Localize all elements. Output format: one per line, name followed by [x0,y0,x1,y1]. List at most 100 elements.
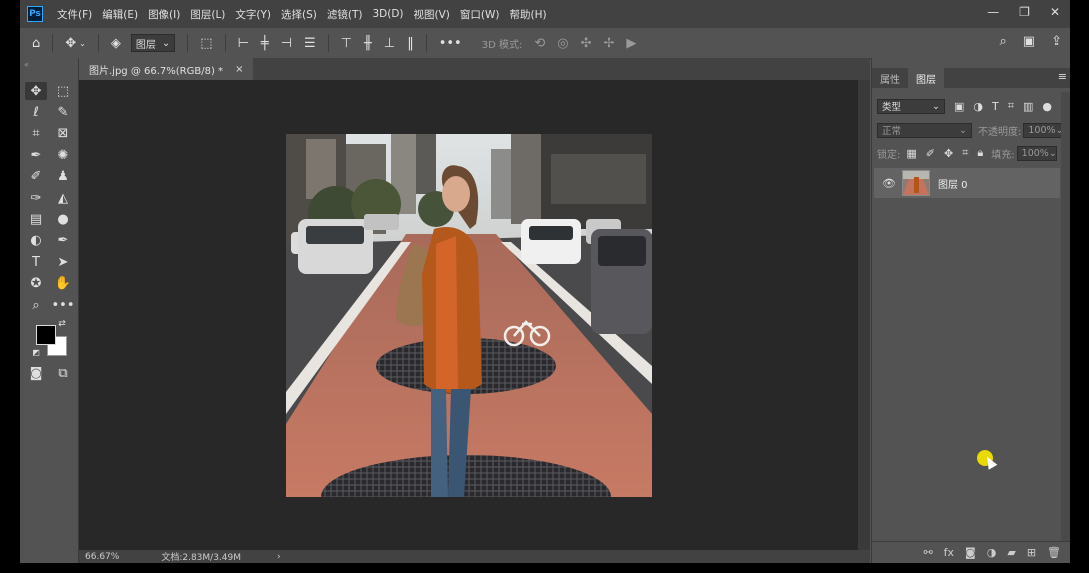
filter-toggle-icon[interactable]: ● [1042,100,1052,113]
close-tab-icon[interactable]: × [235,64,243,75]
gradient-tool-icon[interactable]: ▤ [25,210,47,228]
delete-layer-trash-icon[interactable]: 🗑︎ [1047,546,1061,559]
auto-select-target-dropdown[interactable]: 图层 ⌄ [130,34,176,52]
blend-mode-dropdown[interactable]: 正常 ⌄ [877,122,972,138]
panel-grip-icon[interactable]: « [24,60,29,69]
distribute-horizontal-icon[interactable]: ‖ [407,36,414,51]
visibility-eye-icon[interactable]: 👁︎ [882,177,896,190]
add-mask-icon[interactable]: ◙ [965,546,976,559]
filter-pixel-icon[interactable]: ▣ [954,100,964,113]
new-layer-icon[interactable]: ⊞ [1027,546,1036,559]
eyedropper-tool-icon[interactable]: ✒ [25,146,47,164]
type-tool-icon[interactable]: T [25,253,47,271]
align-right-icon[interactable]: ⊣ [281,36,292,51]
default-colors-icon[interactable]: ◩ [30,346,42,358]
status-info-chevron-icon[interactable]: › [277,552,281,562]
move-tool-icon[interactable]: ✥ [65,36,76,51]
layers-scrollbar[interactable] [1061,92,1070,541]
brush-tool-icon[interactable]: ✐ [25,167,47,185]
chevron-down-icon[interactable]: ⌄ [79,39,86,48]
opacity-input[interactable]: 100% ⌄ [1023,122,1064,138]
lock-transparent-pixels-icon[interactable]: ▦ [906,147,916,160]
frame-tool-icon[interactable]: ⊠ [52,124,74,142]
lasso-tool-icon[interactable]: ℓ [25,103,47,121]
healing-brush-tool-icon[interactable]: ✺ [52,146,74,164]
eraser-tool-icon[interactable]: ◭ [52,189,74,207]
clone-stamp-tool-icon[interactable]: ♟ [52,167,74,185]
lock-image-pixels-icon[interactable]: ✐ [926,147,935,160]
document-image[interactable] [286,134,652,497]
home-icon[interactable]: ⌂ [32,36,40,51]
swap-colors-icon[interactable]: ⇄ [56,318,68,330]
photoshop-logo-icon[interactable]: Ps [27,6,43,22]
link-layers-icon[interactable]: ⚯ [923,546,932,559]
align-bottom-icon[interactable]: ⊥ [384,36,395,51]
menu-type[interactable]: 文字(Y) [235,7,271,22]
tab-layers[interactable]: 图层 [908,68,944,88]
distribute-vertical-icon[interactable]: ☰ [304,36,316,51]
zoom-level[interactable]: 66.67% [85,552,119,562]
menu-filter[interactable]: 滤镜(T) [327,7,363,22]
menu-layer[interactable]: 图层(L) [190,7,225,22]
filter-adjustment-icon[interactable]: ◑ [973,100,983,113]
menu-window[interactable]: 窗口(W) [460,7,500,22]
menu-file[interactable]: 文件(F) [57,7,92,22]
menu-view[interactable]: 视图(V) [414,7,450,22]
filter-type-icon[interactable]: T [992,100,999,113]
blur-tool-icon[interactable]: ● [52,210,74,228]
workspace-icon[interactable]: ▣ [1023,34,1035,49]
3d-camera-icon[interactable]: ▶ [626,36,636,51]
dodge-tool-icon[interactable]: ◐ [25,231,47,249]
3d-pan-icon[interactable]: ✣ [581,36,592,51]
filter-shape-icon[interactable]: ⌗ [1008,99,1014,113]
new-group-folder-icon[interactable]: ▰ [1007,546,1015,559]
layer-name[interactable]: 图层 0 [938,176,968,191]
panel-menu-icon[interactable]: ≡ [1058,70,1067,83]
new-adjustment-layer-icon[interactable]: ◑ [987,546,997,559]
path-selection-tool-icon[interactable]: ➤ [52,253,74,271]
filter-kind-dropdown[interactable]: 类型 ⌄ [877,98,945,114]
menu-3d[interactable]: 3D(D) [372,8,403,20]
foreground-color-swatch[interactable] [36,325,56,345]
screen-mode-icon[interactable]: ⧉ [52,364,74,382]
3d-slide-icon[interactable]: ✢ [603,36,614,51]
lock-artboard-icon[interactable]: ⌗ [962,146,968,160]
menu-image[interactable]: 图像(I) [148,7,180,22]
quick-select-tool-icon[interactable]: ✎ [52,103,74,121]
canvas-vertical-scrollbar[interactable] [858,80,870,550]
marquee-tool-icon[interactable]: ⬚ [52,82,74,100]
document-tab[interactable]: 图片.jpg @ 66.7%(RGB/8) * × [79,58,254,80]
layer-style-fx-icon[interactable]: fx [944,546,954,559]
menu-select[interactable]: 选择(S) [281,7,317,22]
menu-edit[interactable]: 编辑(E) [102,7,138,22]
crop-tool-icon[interactable]: ⌗ [25,124,47,142]
more-options-icon[interactable]: ••• [439,36,462,51]
zoom-tool-icon[interactable]: ⌕ [25,296,47,314]
3d-orbit-icon[interactable]: ⟲ [534,36,545,51]
show-transform-controls-icon[interactable]: ⬚ [200,36,212,51]
history-brush-tool-icon[interactable]: ✑ [25,189,47,207]
lock-all-icon[interactable]: 🔒︎ [977,146,983,160]
edit-toolbar-icon[interactable]: ••• [52,296,75,314]
move-tool-icon[interactable]: ✥ [25,82,47,100]
align-left-icon[interactable]: ⊢ [238,36,249,51]
align-center-icon[interactable]: ╪ [261,36,269,51]
menu-help[interactable]: 帮助(H) [510,7,547,22]
hand-tool-icon[interactable]: ✋ [52,274,74,292]
minimize-button[interactable]: — [987,5,999,19]
auto-select-icon[interactable]: ◈ [111,36,121,51]
lock-position-icon[interactable]: ✥ [944,147,953,160]
filter-smart-object-icon[interactable]: ▥ [1023,100,1033,113]
quick-mask-icon[interactable]: ◙ [25,364,47,382]
close-window-button[interactable]: ✕ [1050,5,1060,19]
align-middle-icon[interactable]: ╫ [364,36,372,51]
align-top-icon[interactable]: ⊤ [341,36,352,51]
shape-tool-icon[interactable]: ✪ [25,274,47,292]
share-icon[interactable]: ⇪ [1051,34,1062,49]
canvas-area[interactable] [79,80,858,550]
layer-row[interactable]: 👁︎ 图层 0 [874,168,1060,198]
3d-roll-icon[interactable]: ◎ [557,36,568,51]
search-icon[interactable]: ⌕ [1000,34,1007,49]
restore-button[interactable]: ❐ [1019,5,1030,19]
tab-properties[interactable]: 属性 [872,68,908,88]
